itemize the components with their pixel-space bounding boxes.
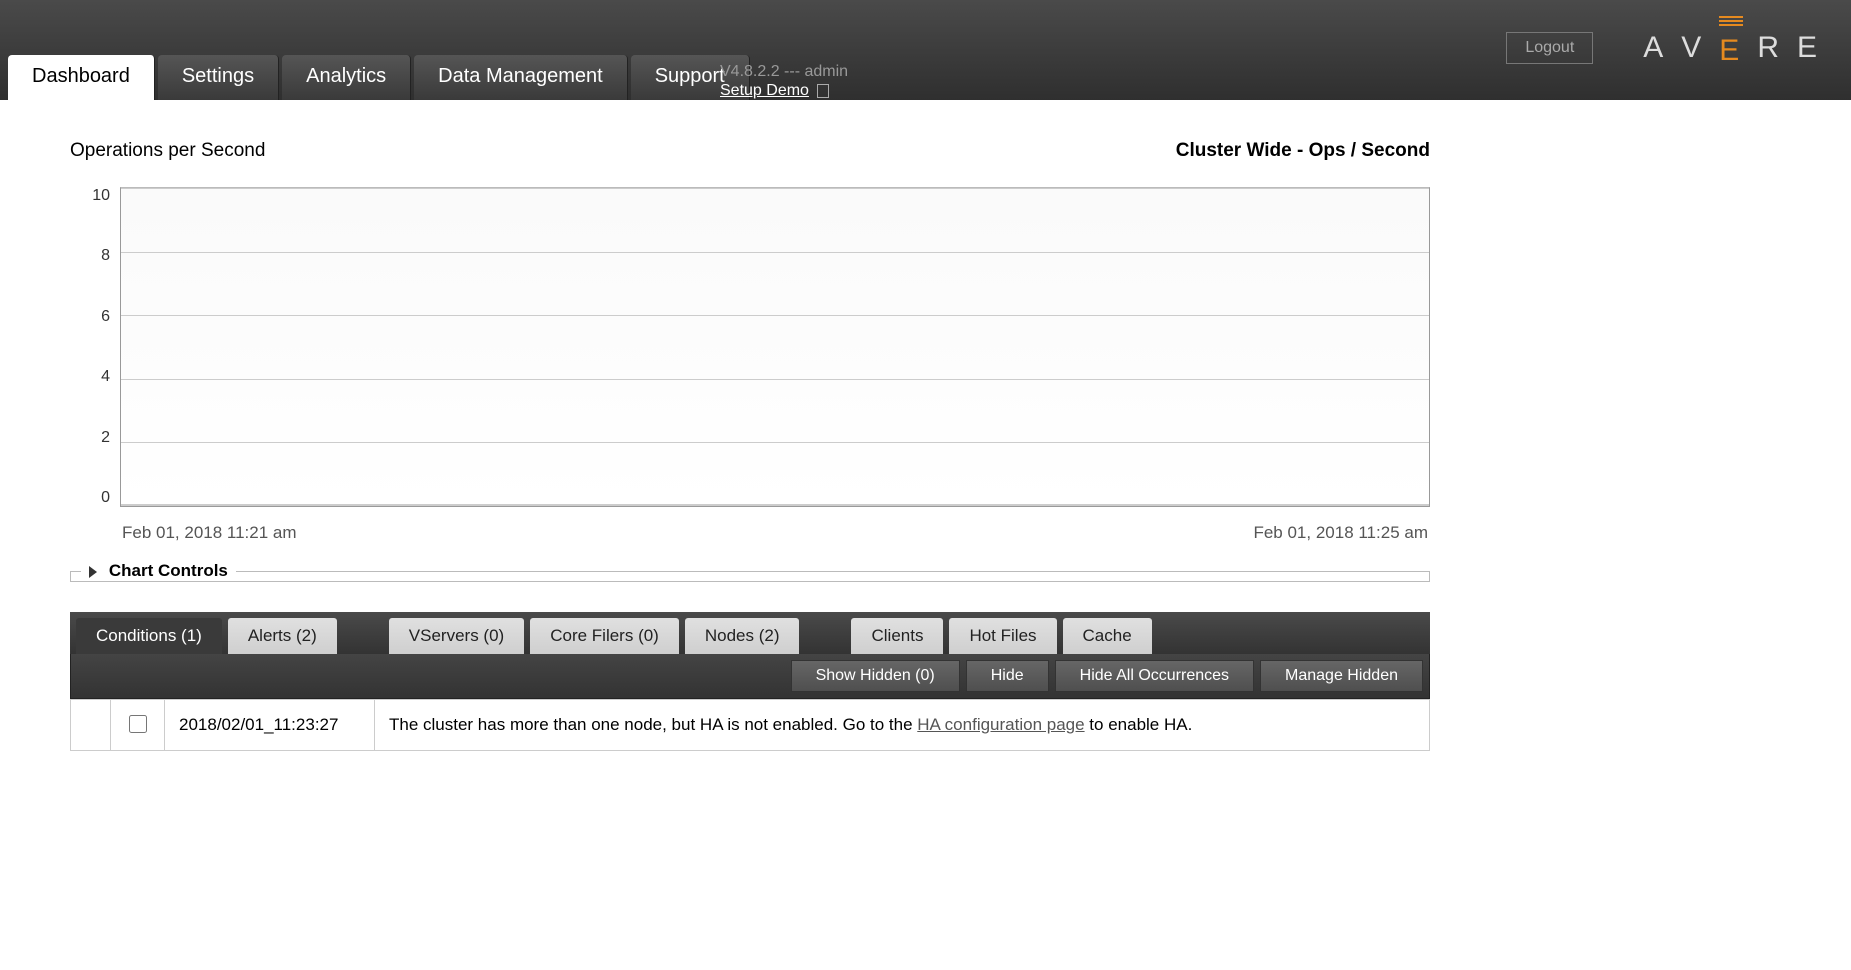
main-nav: Dashboard Settings Analytics Data Manage…	[0, 55, 753, 100]
conditions-table: 2018/02/01_11:23:27 The cluster has more…	[70, 699, 1430, 751]
chart-x-axis: Feb 01, 2018 11:21 am Feb 01, 2018 11:25…	[120, 515, 1430, 543]
subtab-nodes[interactable]: Nodes (2)	[685, 618, 800, 654]
y-tick: 2	[101, 429, 110, 447]
logo-letter: E	[1797, 31, 1821, 65]
timestamp-cell: 2018/02/01_11:23:27	[165, 700, 375, 751]
chart-y-axis: 10 8 6 4 2 0	[70, 187, 120, 507]
checkbox-cell	[111, 700, 165, 751]
document-icon[interactable]	[817, 84, 829, 98]
tab-settings[interactable]: Settings	[158, 55, 279, 100]
chart-title: Operations per Second	[70, 140, 265, 162]
logout-button[interactable]: Logout	[1506, 32, 1593, 64]
subtab-vservers[interactable]: VServers (0)	[389, 618, 524, 654]
message-cell: The cluster has more than one node, but …	[375, 700, 1430, 751]
subtab-cache[interactable]: Cache	[1063, 618, 1152, 654]
tab-data-management[interactable]: Data Management	[414, 55, 628, 100]
subtab-hot-files[interactable]: Hot Files	[949, 618, 1056, 654]
condition-actions: Show Hidden (0) Hide Hide All Occurrence…	[70, 654, 1430, 699]
msg-suffix: to enable HA.	[1085, 715, 1193, 734]
ha-config-link[interactable]: HA configuration page	[917, 715, 1084, 734]
show-hidden-button[interactable]: Show Hidden (0)	[791, 660, 960, 692]
subtab-alerts[interactable]: Alerts (2)	[228, 618, 337, 654]
logo-letter: V	[1681, 31, 1705, 65]
ops-chart: 10 8 6 4 2 0	[70, 187, 1430, 507]
hide-all-button[interactable]: Hide All Occurrences	[1055, 660, 1254, 692]
x-tick-end: Feb 01, 2018 11:25 am	[1253, 523, 1428, 543]
expand-icon	[89, 566, 97, 578]
chart-subtitle: Cluster Wide - Ops / Second	[1176, 140, 1430, 162]
version-text: V4.8.2.2 --- admin	[720, 62, 848, 81]
y-tick: 0	[101, 489, 110, 507]
y-tick: 6	[101, 308, 110, 326]
status-tabs: Conditions (1) Alerts (2) VServers (0) C…	[70, 612, 1430, 654]
tab-dashboard[interactable]: Dashboard	[8, 55, 155, 100]
x-tick-start: Feb 01, 2018 11:21 am	[122, 523, 297, 543]
manage-hidden-button[interactable]: Manage Hidden	[1260, 660, 1423, 692]
y-tick: 4	[101, 368, 110, 386]
chart-controls-panel[interactable]: Chart Controls	[70, 561, 1430, 582]
msg-prefix: The cluster has more than one node, but …	[389, 715, 917, 734]
table-row: 2018/02/01_11:23:27 The cluster has more…	[71, 700, 1430, 751]
logo-letter-accent: E	[1719, 28, 1743, 68]
chart-controls-label: Chart Controls	[109, 561, 228, 580]
expand-cell[interactable]	[71, 700, 111, 751]
header-info: V4.8.2.2 --- admin Setup Demo	[720, 62, 848, 100]
brand-logo: A V E R E	[1643, 28, 1821, 68]
subtab-clients[interactable]: Clients	[851, 618, 943, 654]
logo-letter: R	[1757, 31, 1783, 65]
cluster-name-link[interactable]: Setup Demo	[720, 82, 809, 99]
subtab-core-filers[interactable]: Core Filers (0)	[530, 618, 679, 654]
tab-analytics[interactable]: Analytics	[282, 55, 411, 100]
hide-button[interactable]: Hide	[966, 660, 1049, 692]
y-tick: 8	[101, 247, 110, 265]
y-tick: 10	[92, 187, 110, 205]
logo-letter: A	[1643, 31, 1667, 65]
subtab-conditions[interactable]: Conditions (1)	[76, 618, 222, 654]
chart-plot-area[interactable]	[120, 187, 1430, 507]
row-checkbox[interactable]	[129, 715, 147, 733]
